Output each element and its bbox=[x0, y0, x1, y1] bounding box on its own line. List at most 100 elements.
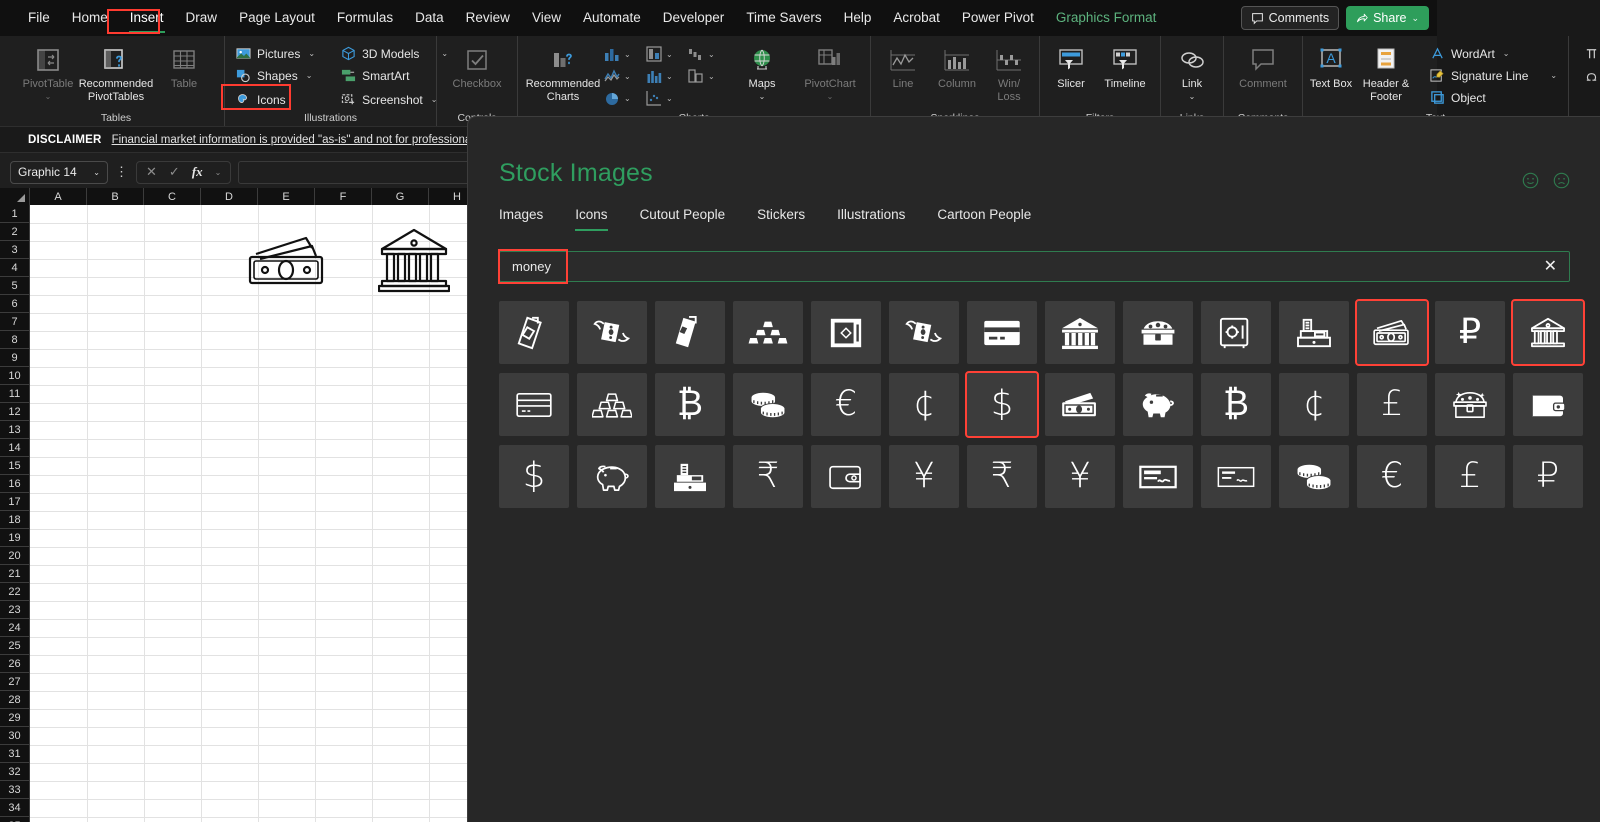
row-header-12[interactable]: 12 bbox=[0, 403, 30, 421]
ribbon-tab-graphics-format[interactable]: Graphics Format bbox=[1046, 5, 1167, 31]
row-header-6[interactable]: 6 bbox=[0, 295, 30, 313]
shapes-button[interactable]: Shapes ⌄ bbox=[231, 66, 320, 85]
gold-bars-outline-icon[interactable] bbox=[577, 373, 647, 436]
chevron-down-icon[interactable]: ⌄ bbox=[215, 168, 222, 177]
checkbox-button[interactable]: Checkbox bbox=[443, 40, 511, 91]
row-header-2[interactable]: 2 bbox=[0, 223, 30, 241]
cash-register-filled-icon[interactable] bbox=[655, 445, 725, 508]
safe-box-outline-icon[interactable] bbox=[1201, 301, 1271, 364]
row-header-14[interactable]: 14 bbox=[0, 439, 30, 457]
tab-stickers[interactable]: Stickers bbox=[757, 207, 823, 231]
ribbon-tab-power-pivot[interactable]: Power Pivot bbox=[952, 5, 1044, 31]
close-icon[interactable]: ✕ bbox=[1544, 258, 1557, 275]
waterfall-chart-button[interactable]: ⌄ bbox=[686, 44, 728, 64]
banknotes-graphic[interactable] bbox=[242, 232, 330, 288]
ribbon-tab-automate[interactable]: Automate bbox=[573, 5, 651, 31]
row-header-1[interactable]: 1 bbox=[0, 205, 30, 223]
row-header-15[interactable]: 15 bbox=[0, 457, 30, 475]
rupee-sign-outline-icon[interactable]: ₹ bbox=[967, 445, 1037, 508]
row-header-18[interactable]: 18 bbox=[0, 511, 30, 529]
bitcoin-sign-bold-icon[interactable]: ₿ bbox=[1201, 373, 1271, 436]
column-chart2-button[interactable]: ⌄ bbox=[644, 66, 686, 86]
credit-card-outline-icon[interactable] bbox=[499, 373, 569, 436]
scatter-chart-button[interactable]: ⌄ bbox=[644, 88, 686, 108]
comments-button[interactable]: Comments bbox=[1240, 6, 1340, 30]
smiley-face-icon[interactable] bbox=[1522, 172, 1539, 194]
tab-cartoon-people[interactable]: Cartoon People bbox=[937, 207, 1049, 231]
dollar-sign-icon[interactable]: $ bbox=[965, 371, 1039, 438]
bitcoin-sign-outline-icon[interactable]: ₿ bbox=[655, 373, 725, 436]
bank-building-graphic[interactable] bbox=[377, 227, 451, 295]
ribbon-tab-acrobat[interactable]: Acrobat bbox=[883, 5, 950, 31]
row-header-17[interactable]: 17 bbox=[0, 493, 30, 511]
ribbon-tab-time-savers[interactable]: Time Savers bbox=[736, 5, 831, 31]
header-footer-button[interactable]: Header & Footer bbox=[1357, 40, 1415, 103]
search-input[interactable]: money ✕ bbox=[499, 251, 1570, 282]
tab-cutout-people[interactable]: Cutout People bbox=[640, 207, 744, 231]
dollar-sign-bold-icon[interactable]: $ bbox=[499, 445, 569, 508]
slicer-button[interactable]: Slicer bbox=[1046, 40, 1096, 91]
banknote-diagonal-icon[interactable] bbox=[499, 301, 569, 364]
comment-button[interactable]: Comment bbox=[1230, 40, 1296, 91]
row-header-7[interactable]: 7 bbox=[0, 313, 30, 331]
sparkline-column-button[interactable]: Column bbox=[929, 40, 985, 91]
column-header-a[interactable]: A bbox=[30, 188, 87, 205]
confirm-icon[interactable]: ✓ bbox=[169, 164, 180, 180]
row-header-25[interactable]: 25 bbox=[0, 637, 30, 655]
ribbon-tab-data[interactable]: Data bbox=[405, 5, 454, 31]
ribbon-tab-help[interactable]: Help bbox=[834, 5, 882, 31]
pie-chart-button[interactable]: ⌄ bbox=[602, 88, 644, 108]
column-header-c[interactable]: C bbox=[144, 188, 201, 205]
cash-stack-icon[interactable] bbox=[1355, 299, 1429, 366]
symbol-button[interactable]: Symbol bbox=[1579, 66, 1600, 85]
column-header-f[interactable]: F bbox=[315, 188, 372, 205]
row-header-21[interactable]: 21 bbox=[0, 565, 30, 583]
ribbon-tab-review[interactable]: Review bbox=[456, 5, 520, 31]
safe-box-icon[interactable] bbox=[811, 301, 881, 364]
flying-money-2-icon[interactable] bbox=[889, 301, 959, 364]
cent-sign-outline-icon[interactable]: ¢ bbox=[1279, 373, 1349, 436]
row-header-33[interactable]: 33 bbox=[0, 781, 30, 799]
pivottable-button[interactable]: PivotTable ⌄ bbox=[14, 40, 82, 101]
icons-button[interactable]: Icons bbox=[231, 90, 320, 109]
coins-stack-icon[interactable] bbox=[1279, 445, 1349, 508]
row-header-23[interactable]: 23 bbox=[0, 601, 30, 619]
row-header-3[interactable]: 3 bbox=[0, 241, 30, 259]
row-header-22[interactable]: 22 bbox=[0, 583, 30, 601]
tab-icons[interactable]: Icons bbox=[575, 207, 625, 231]
row-header-28[interactable]: 28 bbox=[0, 691, 30, 709]
recommended-pivottables-button[interactable]: Recommended PivotTables bbox=[79, 40, 153, 103]
column-header-g[interactable]: G bbox=[372, 188, 429, 205]
row-header-31[interactable]: 31 bbox=[0, 745, 30, 763]
treasure-chest-filled-icon[interactable] bbox=[1123, 301, 1193, 364]
ruble-sign-icon[interactable]: ₽ bbox=[1435, 301, 1505, 364]
table-button[interactable]: Table bbox=[150, 40, 218, 91]
row-header-27[interactable]: 27 bbox=[0, 673, 30, 691]
cancel-icon[interactable]: ✕ bbox=[146, 164, 157, 180]
frowny-face-icon[interactable] bbox=[1553, 172, 1570, 194]
object-button[interactable]: Object bbox=[1425, 88, 1562, 107]
row-header-24[interactable]: 24 bbox=[0, 619, 30, 637]
ribbon-tab-developer[interactable]: Developer bbox=[653, 5, 735, 31]
cash-register-outline-icon[interactable] bbox=[1279, 301, 1349, 364]
gold-bars-stack-icon[interactable] bbox=[733, 301, 803, 364]
row-header-30[interactable]: 30 bbox=[0, 727, 30, 745]
cheque-filled-icon[interactable] bbox=[1123, 445, 1193, 508]
text-box-button[interactable]: A Text Box bbox=[1309, 40, 1353, 91]
link-button[interactable]: Link ⌄ bbox=[1167, 40, 1217, 101]
signature-line-button[interactable]: Signature Line ⌄ bbox=[1425, 66, 1562, 85]
rupee-sign-icon[interactable]: ₹ bbox=[733, 445, 803, 508]
column-chart-button[interactable]: ⌄ bbox=[602, 44, 644, 64]
name-box[interactable]: Graphic 14 ⌄ bbox=[10, 160, 108, 184]
wordart-button[interactable]: WordArt ⌄ bbox=[1425, 44, 1562, 63]
credit-card-filled-icon[interactable] bbox=[967, 301, 1037, 364]
pound-sign-outline-icon[interactable]: £ bbox=[1435, 445, 1505, 508]
line-chart-button[interactable]: ⌄ bbox=[602, 66, 644, 86]
equation-button[interactable]: Equation ⌄ bbox=[1579, 44, 1600, 63]
banknote-folded-icon[interactable] bbox=[655, 301, 725, 364]
pivotchart-button[interactable]: PivotChart ⌄ bbox=[796, 40, 864, 101]
row-header-26[interactable]: 26 bbox=[0, 655, 30, 673]
cent-sign-icon[interactable]: ¢ bbox=[889, 373, 959, 436]
ribbon-tab-home[interactable]: Home bbox=[62, 5, 118, 31]
share-button[interactable]: Share ⌄ bbox=[1346, 6, 1429, 30]
